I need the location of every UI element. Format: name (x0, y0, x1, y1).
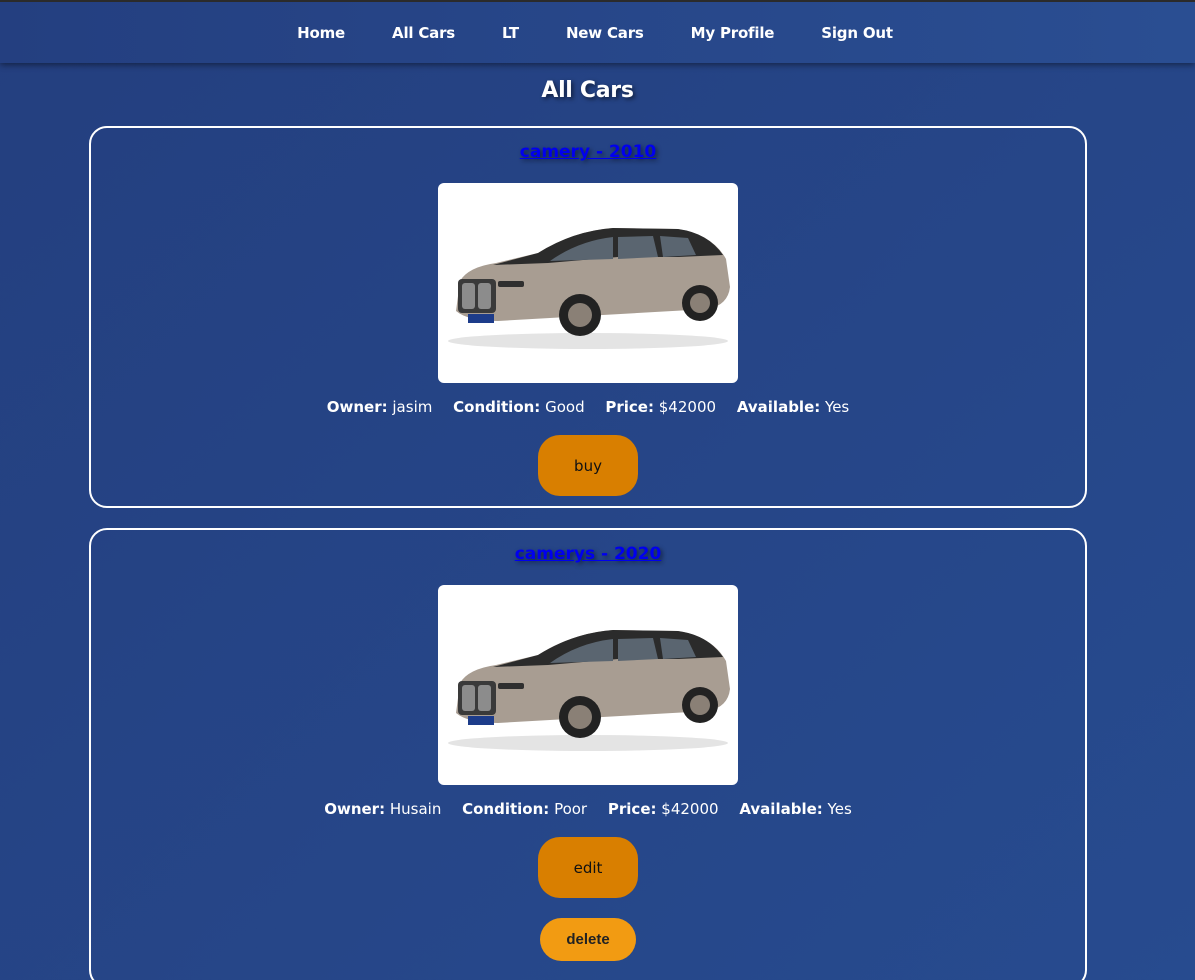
owner-label: Owner: (324, 800, 386, 818)
car-details: Owner: Husain Condition: Poor Price: $42… (91, 800, 1085, 818)
condition-label: Condition: (462, 800, 550, 818)
condition-detail: Condition: Good (453, 398, 584, 416)
car-card: camerys - 2020 Owner: Husain Condition: … (89, 528, 1087, 980)
price-detail: Price: $42000 (608, 800, 719, 818)
price-label: Price: (607, 800, 657, 818)
price-value: $42000 (658, 398, 717, 416)
car-details: Owner: jasim Condition: Good Price: $420… (91, 398, 1085, 416)
edit-button[interactable]: edit (538, 837, 638, 898)
available-label: Available: (739, 800, 823, 818)
owner-detail: Owner: Husain (324, 800, 441, 818)
available-value: Yes (827, 800, 852, 818)
owner-value: jasim (392, 398, 433, 416)
car-illustration (448, 228, 730, 349)
available-label: Available: (736, 398, 821, 416)
page-title: All Cars (541, 78, 634, 103)
car-illustration (448, 630, 730, 751)
nav-my-profile[interactable]: My Profile (691, 24, 775, 42)
price-label: Price: (605, 398, 654, 416)
car-card: camery - 2010 Owner: jasim Condition: Go… (89, 126, 1087, 508)
available-detail: Available: Yes (739, 800, 851, 818)
top-navbar: Home All Cars LT New Cars My Profile Sig… (0, 0, 1195, 63)
nav-lt[interactable]: LT (502, 24, 519, 42)
owner-detail: Owner: jasim (327, 398, 433, 416)
nav-all-cars[interactable]: All Cars (392, 24, 455, 42)
available-value: Yes (825, 398, 850, 416)
owner-value: Husain (389, 800, 442, 818)
delete-button[interactable]: delete (540, 918, 636, 961)
condition-value: Poor (554, 800, 588, 818)
car-image (438, 183, 738, 383)
nav-sign-out[interactable]: Sign Out (821, 24, 893, 42)
condition-value: Good (545, 398, 585, 416)
nav-home[interactable]: Home (297, 24, 345, 42)
owner-label: Owner: (326, 398, 388, 416)
buy-button[interactable]: buy (538, 435, 638, 496)
car-image (438, 585, 738, 785)
nav-new-cars[interactable]: New Cars (566, 24, 644, 42)
nav-links: Home All Cars LT New Cars My Profile Sig… (297, 24, 893, 42)
condition-detail: Condition: Poor (462, 800, 587, 818)
price-detail: Price: $42000 (605, 398, 716, 416)
price-value: $42000 (661, 800, 719, 818)
condition-label: Condition: (453, 398, 541, 416)
available-detail: Available: Yes (737, 398, 849, 416)
car-title-link[interactable]: camery - 2010 (91, 142, 1085, 162)
car-title-link[interactable]: camerys - 2020 (91, 544, 1085, 564)
